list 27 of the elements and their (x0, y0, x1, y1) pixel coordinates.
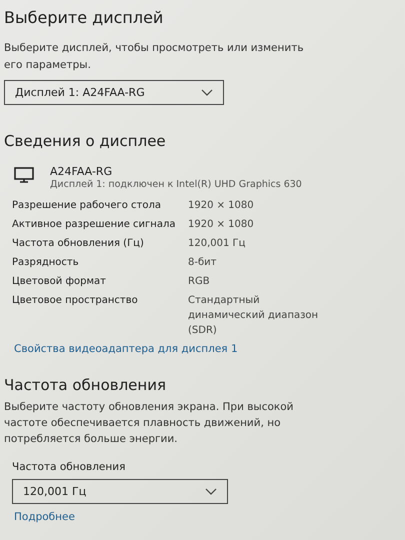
monitor-name: A24FAA-RG (50, 165, 114, 178)
refresh-rate-dropdown[interactable]: 120,001 Гц (12, 479, 228, 504)
section-title: Выберите дисплей (4, 8, 164, 28)
info-value: 1920 × 1080 (188, 199, 255, 213)
info-label: Активное разрешение сигнала (12, 218, 176, 232)
description: Выберите дисплей, чтобы просмотреть или изменить его параметры. (4, 41, 304, 73)
display-dropdown[interactable]: Дисплей 1: A24FAA-RG (4, 80, 224, 105)
connection-info: Дисплей 1: подключен к Intel(R) UHD Graphics 630 (50, 179, 302, 190)
monitor-icon (14, 167, 34, 183)
section-title: Сведения о дисплее (4, 131, 167, 151)
section-title: Частота обновления (4, 375, 167, 395)
info-label: Разрешение рабочего стола (12, 199, 162, 213)
info-value: 8-бит (188, 256, 218, 270)
info-value: Стандартный динамический диапазон (SDR) (188, 294, 320, 338)
info-value: RGB (188, 275, 211, 289)
more-info-link[interactable]: Подробнее (14, 511, 405, 523)
info-label: Частота обновления (Гц) (12, 237, 145, 251)
info-value: 1920 × 1080 (188, 218, 255, 232)
chevron-down-icon (201, 89, 213, 96)
chevron-down-icon (205, 488, 217, 495)
info-value: 120,001 Гц (188, 237, 246, 251)
field-label: Частота обновления (12, 461, 126, 473)
info-label: Цветовой формат (12, 275, 107, 289)
description: Выберите частоту обновления экрана. При высокой частоте обеспечивается плавность движений, но потребляется больше энергии. (4, 400, 295, 447)
adapter-properties-link[interactable]: Свойства видеоадаптера для дисплея 1 (14, 343, 405, 355)
info-label: Цветовое пространство (12, 294, 139, 308)
info-label: Разрядность (12, 256, 80, 270)
